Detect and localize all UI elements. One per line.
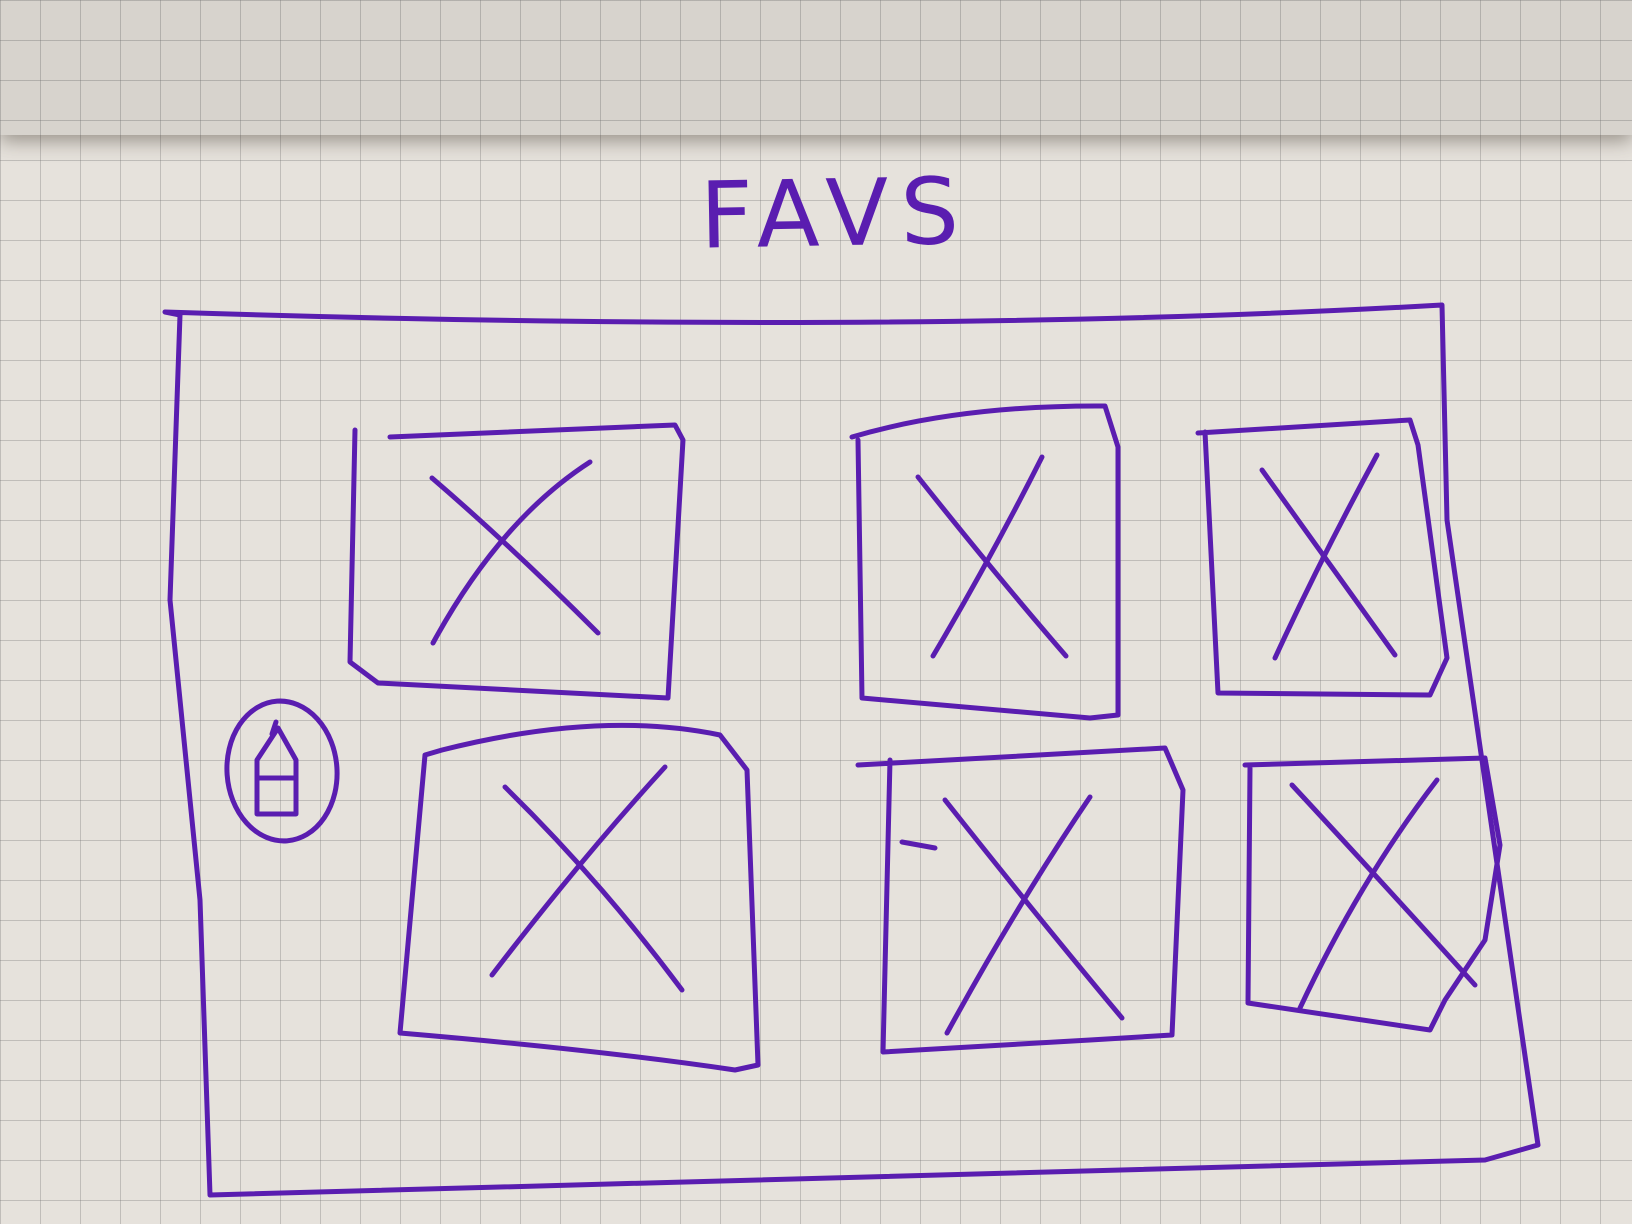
favorite-tile[interactable]	[347, 422, 686, 701]
tile-frame	[855, 745, 1186, 1055]
home-button[interactable]	[222, 697, 341, 844]
wireframe-sketch	[162, 302, 1541, 1198]
favorite-tile[interactable]	[1195, 417, 1450, 698]
image-placeholder-icon	[942, 794, 1125, 1036]
favorite-tile[interactable]	[397, 722, 761, 1073]
tile-frame	[1242, 755, 1503, 1033]
image-placeholder-icon	[489, 764, 685, 993]
home-icon	[254, 719, 299, 817]
favorite-tile[interactable]	[855, 745, 1186, 1055]
image-placeholder-icon	[915, 454, 1069, 659]
favorite-tile[interactable]	[1242, 755, 1503, 1033]
favorite-tile[interactable]	[849, 403, 1121, 721]
tile-stroke	[899, 839, 938, 851]
home-button-circle	[224, 698, 340, 844]
image-placeholder-icon	[1259, 452, 1398, 661]
tile-frame	[397, 722, 761, 1073]
image-placeholder-icon	[429, 459, 601, 646]
tile-frame	[347, 422, 686, 701]
image-placeholder-icon	[1289, 777, 1478, 1011]
